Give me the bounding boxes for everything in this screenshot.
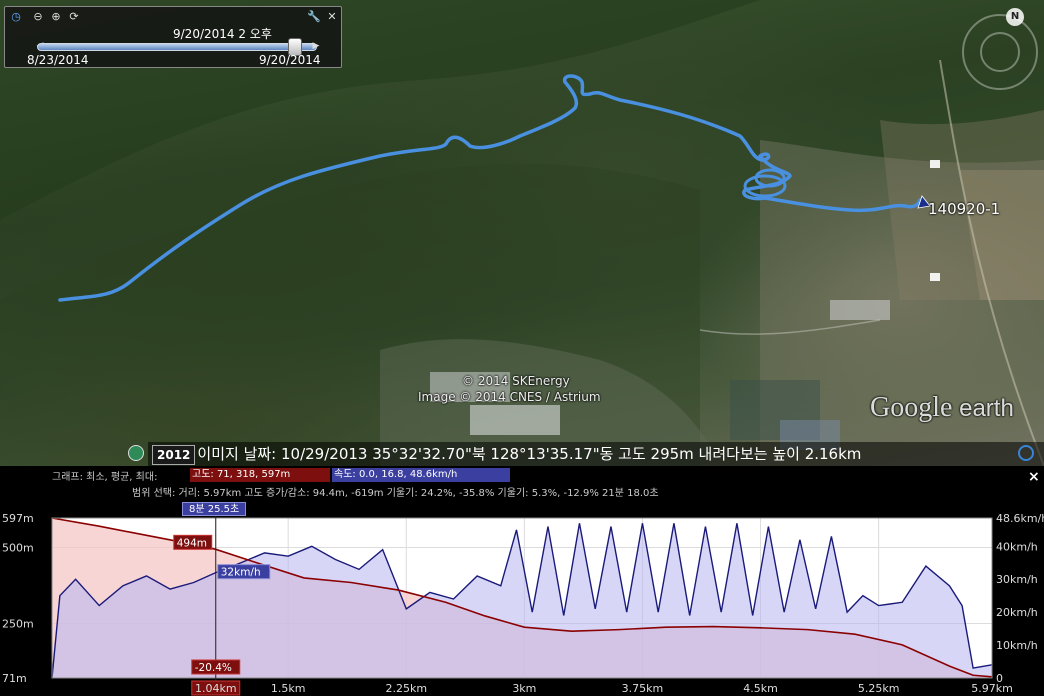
status-text: 이미지 날짜: 10/29/2013 35°32'32.70"북 128°13'… [197,445,862,463]
map-viewport[interactable]: ◷ ⊖ ⊕ ⟳ 🔧 ✕ 9/20/2014 2 오후 ◀ ▶ 8/23/2014… [0,0,1044,466]
x-tick-label: 3.75km [622,682,664,695]
look-joystick[interactable] [980,32,1020,72]
time-slider-panel: ◷ ⊖ ⊕ ⟳ 🔧 ✕ 9/20/2014 2 오후 ◀ ▶ 8/23/2014… [4,6,342,68]
speed-stats-badge[interactable]: 속도: 0.0, 16.8, 48.6km/h [332,468,510,482]
y-left-tick-label: 500m [2,542,34,555]
time-range-start: 8/23/2014 [27,53,89,67]
time-range-end: 9/20/2014 [259,53,321,67]
cursor-altitude-label: 494m [177,537,207,549]
clock-icon[interactable]: ◷ [9,10,23,24]
reset-zoom-icon[interactable]: ⟳ [67,10,81,24]
elevation-profile-panel: 597m 500m 250m 71m 48.6km/h 40km/h 30km/h 20km/… [0,466,1044,696]
imagery-year-badge: 2012 [152,444,196,465]
elevation-profile-chart[interactable]: 597m 500m 250m 71m 48.6km/h 40km/h 30km/h 20km/… [0,466,1044,696]
x-tick-label: 5.25km [858,682,900,695]
x-tick-label: 1.04km [195,682,237,695]
north-icon[interactable]: N [1006,8,1024,26]
logo-google: Google [870,392,953,423]
time-slider-track[interactable] [37,43,317,51]
y-right-tick-label: 30km/h [996,573,1038,586]
y-right-tick-label: 20km/h [996,606,1038,619]
y-left-tick-label: 71m [2,672,27,685]
google-earth-logo: Google earth [870,392,1014,424]
range-selection-row: 범위 선택: 거리: 5.97km 고도 증가/감소: 94.4m, -619m… [132,488,659,499]
wrench-icon[interactable]: 🔧 [307,10,321,24]
graph-stats-row: 그래프: 최소, 평균, 최대: 고도: 71, 318, 597m 속도: 0… [52,468,510,483]
zoom-in-icon[interactable]: ⊕ [49,10,63,24]
streaming-indicator-icon [1018,445,1034,461]
x-tick-label: 5.97km [971,682,1013,695]
y-left-tick-label: 597m [2,512,34,525]
close-profile-button[interactable]: × [1028,469,1040,485]
y-right-tick-label: 40km/h [996,540,1038,553]
historical-imagery-icon[interactable] [128,445,144,461]
zoom-out-icon[interactable]: ⊖ [31,10,45,24]
y-right-tick-label: 10km/h [996,639,1038,652]
copyright-2: Image © 2014 CNES / Astrium [418,390,601,404]
navigation-ring[interactable] [962,14,1038,90]
placemark-label[interactable]: 140920-1 [928,200,1000,218]
logo-earth: earth [952,395,1014,422]
graph-label: 그래프: 최소, 평균, 최대: [52,472,158,483]
x-tick-label: 4.5km [743,682,778,695]
altitude-stats-badge[interactable]: 고도: 71, 318, 597m [190,468,330,482]
current-time-label: 9/20/2014 2 오후 [173,27,272,41]
y-right-tick-label: 48.6km/h [996,512,1044,525]
y-left-tick-label: 250m [2,618,34,631]
copyright-1: © 2014 SKEnergy [462,374,570,388]
google-earth-window: ◷ ⊖ ⊕ ⟳ 🔧 ✕ 9/20/2014 2 오후 ◀ ▶ 8/23/2014… [0,0,1044,696]
x-tick-label: 2.25km [385,682,427,695]
cursor-speed-label: 32km/h [221,567,261,579]
selected-time-badge: 8분 25.5초 [182,502,247,516]
skip-forward-icon[interactable]: ▶ [309,39,323,53]
x-tick-label: 1.5km [271,682,306,695]
close-icon[interactable]: ✕ [325,10,339,24]
status-bar: 2012 이미지 날짜: 10/29/2013 35°32'32.70"북 128… [148,442,1044,466]
x-tick-label: 3km [512,682,536,695]
cursor-slope-label: -20.4% [195,662,232,674]
